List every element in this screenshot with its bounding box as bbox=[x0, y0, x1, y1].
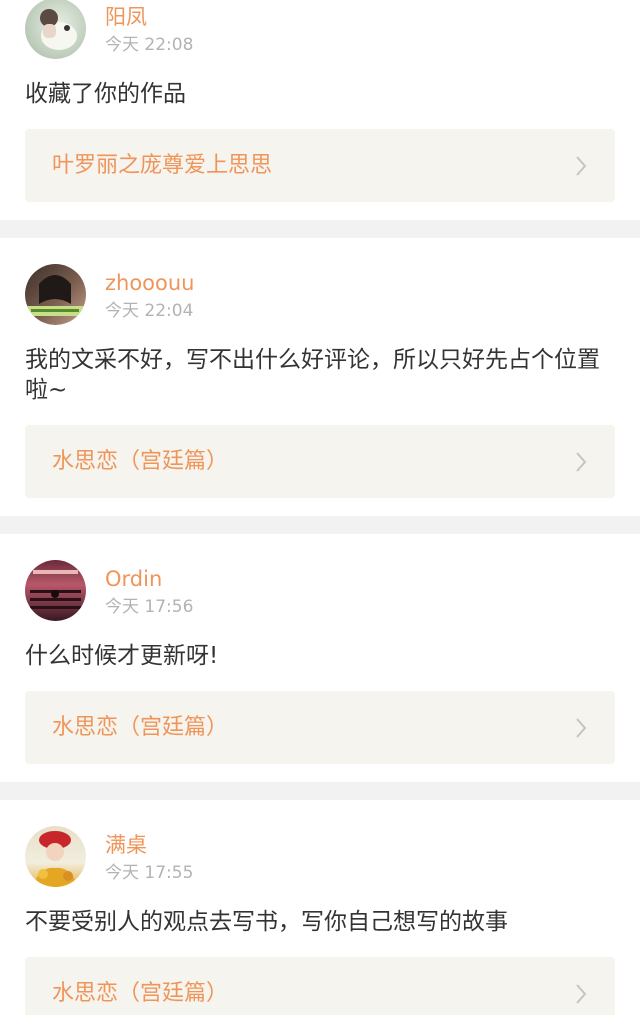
comment-time: 今天 22:04 bbox=[105, 301, 194, 321]
avatar[interactable] bbox=[25, 264, 86, 325]
work-title: 水思恋（宫廷篇） bbox=[52, 980, 229, 1006]
work-link[interactable]: 水思恋（宫廷篇） bbox=[25, 957, 615, 1015]
comment-header: zhooouu 今天 22:04 bbox=[25, 264, 615, 325]
avatar-girl-red-hat-icon bbox=[33, 831, 78, 887]
chevron-right-icon bbox=[576, 717, 587, 738]
user-name[interactable]: 阳凤 bbox=[105, 4, 193, 30]
chevron-right-icon bbox=[576, 983, 587, 1004]
work-link[interactable]: 叶罗丽之庞尊爱上思思 bbox=[25, 129, 615, 202]
avatar-white-dog-icon bbox=[40, 9, 77, 50]
comment-card: zhooouu 今天 22:04 我的文采不好，写不出什么好评论，所以只好先占个… bbox=[0, 238, 640, 516]
comment-time: 今天 22:08 bbox=[105, 35, 194, 55]
work-link[interactable]: 水思恋（宫廷篇） bbox=[25, 425, 615, 498]
comment-header: 阳凤 今天 22:08 bbox=[25, 0, 615, 59]
user-meta: zhooouu 今天 22:04 bbox=[105, 264, 195, 322]
work-link[interactable]: 水思恋（宫廷篇） bbox=[25, 691, 615, 764]
comment-card: 满桌 今天 17:55 不要受别人的观点去写书，写你自己想写的故事 水思恋（宫廷… bbox=[0, 800, 640, 1015]
avatar[interactable] bbox=[25, 826, 86, 887]
comment-text: 我的文采不好，写不出什么好评论，所以只好先占个位置啦~ bbox=[25, 347, 600, 403]
user-meta: 阳凤 今天 22:08 bbox=[105, 0, 193, 56]
user-name[interactable]: Ordin bbox=[105, 566, 193, 592]
comment-header: 满桌 今天 17:55 bbox=[25, 826, 615, 887]
work-title: 叶罗丽之庞尊爱上思思 bbox=[52, 152, 273, 178]
avatar[interactable] bbox=[25, 0, 86, 59]
work-title: 水思恋（宫廷篇） bbox=[52, 448, 229, 474]
chevron-right-icon bbox=[576, 451, 587, 472]
avatar[interactable] bbox=[25, 560, 86, 621]
comment-text: 收藏了你的作品 bbox=[25, 81, 186, 107]
comment-card: Ordin 今天 17:56 什么时候才更新呀! 水思恋（宫廷篇） bbox=[0, 534, 640, 782]
user-name[interactable]: zhooouu bbox=[105, 270, 195, 296]
avatar-girl-portrait-icon bbox=[25, 275, 86, 316]
comment-time: 今天 17:55 bbox=[105, 863, 194, 883]
avatar-church-interior-icon bbox=[30, 570, 81, 609]
comment-header: Ordin 今天 17:56 bbox=[25, 560, 615, 621]
comment-text: 什么时候才更新呀! bbox=[25, 643, 219, 669]
comment-time: 今天 17:56 bbox=[105, 597, 194, 617]
comment-card: 阳凤 今天 22:08 收藏了你的作品 叶罗丽之庞尊爱上思思 bbox=[0, 0, 640, 220]
comment-text: 不要受别人的观点去写书，写你自己想写的故事 bbox=[25, 909, 508, 935]
user-meta: 满桌 今天 17:55 bbox=[105, 826, 193, 884]
chevron-right-icon bbox=[576, 155, 587, 176]
comment-feed: 阳凤 今天 22:08 收藏了你的作品 叶罗丽之庞尊爱上思思 zhooouu 今… bbox=[0, 0, 640, 1015]
user-meta: Ordin 今天 17:56 bbox=[105, 560, 193, 618]
work-title: 水思恋（宫廷篇） bbox=[52, 714, 229, 740]
user-name[interactable]: 满桌 bbox=[105, 832, 193, 858]
